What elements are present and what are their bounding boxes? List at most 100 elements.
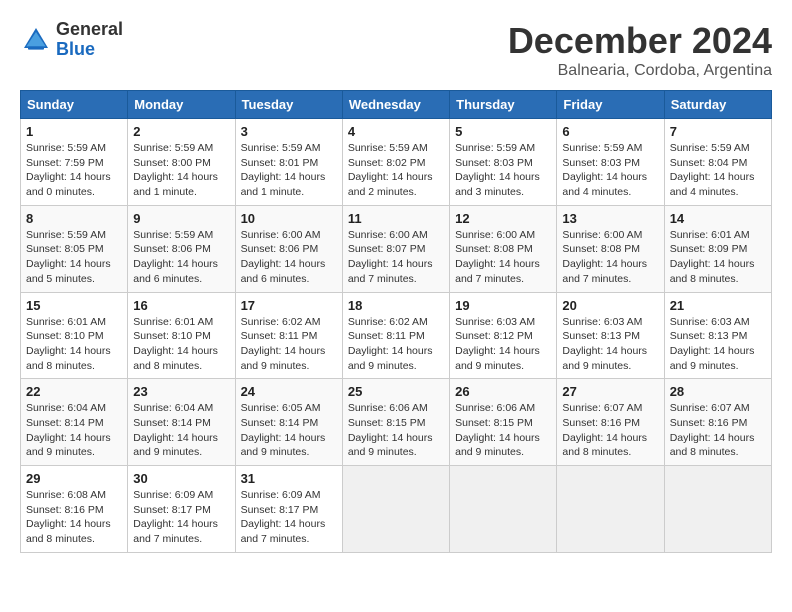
title-block: December 2024 Balnearia, Cordoba, Argent… <box>508 20 772 80</box>
day-number: 19 <box>455 298 551 313</box>
calendar-cell: 15 Sunrise: 6:01 AMSunset: 8:10 PMDayligh… <box>21 292 128 379</box>
calendar-cell <box>664 466 771 553</box>
day-info: Sunrise: 6:04 AMSunset: 8:14 PMDaylight:… <box>133 401 229 460</box>
calendar-cell: 6 Sunrise: 5:59 AMSunset: 8:03 PMDaylight… <box>557 119 664 206</box>
calendar-cell: 9 Sunrise: 5:59 AMSunset: 8:06 PMDaylight… <box>128 205 235 292</box>
calendar-cell: 11 Sunrise: 6:00 AMSunset: 8:07 PMDayligh… <box>342 205 449 292</box>
day-info: Sunrise: 5:59 AMSunset: 8:00 PMDaylight:… <box>133 141 229 200</box>
day-info: Sunrise: 6:06 AMSunset: 8:15 PMDaylight:… <box>348 401 444 460</box>
calendar-header-row: SundayMondayTuesdayWednesdayThursdayFrid… <box>21 91 772 119</box>
day-info: Sunrise: 5:59 AMSunset: 8:02 PMDaylight:… <box>348 141 444 200</box>
day-info: Sunrise: 6:07 AMSunset: 8:16 PMDaylight:… <box>670 401 766 460</box>
page-header: General Blue December 2024 Balnearia, Co… <box>20 20 772 80</box>
week-row-5: 29Sunrise: 6:08 AMSunset: 8:16 PMDayligh… <box>21 466 772 553</box>
header-friday: Friday <box>557 91 664 119</box>
calendar-cell: 25 Sunrise: 6:06 AMSunset: 8:15 PMDayligh… <box>342 379 449 466</box>
header-thursday: Thursday <box>450 91 557 119</box>
day-info: Sunrise: 6:09 AMSunset: 8:17 PMDaylight:… <box>241 488 337 547</box>
location-title: Balnearia, Cordoba, Argentina <box>508 62 772 80</box>
calendar-cell: 12 Sunrise: 6:00 AMSunset: 8:08 PMDayligh… <box>450 205 557 292</box>
day-number: 10 <box>241 211 337 226</box>
day-info: Sunrise: 5:59 AMSunset: 8:05 PMDaylight:… <box>26 228 122 287</box>
calendar-cell: 30 Sunrise: 6:09 AMSunset: 8:17 PMDayligh… <box>128 466 235 553</box>
week-row-4: 22 Sunrise: 6:04 AMSunset: 8:14 PMDayligh… <box>21 379 772 466</box>
calendar-cell: 7Sunrise: 5:59 AMSunset: 8:04 PMDaylight… <box>664 119 771 206</box>
calendar-cell: 17Sunrise: 6:02 AMSunset: 8:11 PMDayligh… <box>235 292 342 379</box>
day-number: 23 <box>133 384 229 399</box>
day-info: Sunrise: 5:59 AMSunset: 8:06 PMDaylight:… <box>133 228 229 287</box>
header-tuesday: Tuesday <box>235 91 342 119</box>
day-number: 24 <box>241 384 337 399</box>
calendar-cell: 1Sunrise: 5:59 AMSunset: 7:59 PMDaylight… <box>21 119 128 206</box>
day-number: 13 <box>562 211 658 226</box>
day-number: 28 <box>670 384 766 399</box>
day-info: Sunrise: 6:08 AMSunset: 8:16 PMDaylight:… <box>26 488 122 547</box>
calendar-cell <box>557 466 664 553</box>
header-wednesday: Wednesday <box>342 91 449 119</box>
day-number: 8 <box>26 211 122 226</box>
calendar-cell: 31 Sunrise: 6:09 AMSunset: 8:17 PMDayligh… <box>235 466 342 553</box>
calendar-cell: 29Sunrise: 6:08 AMSunset: 8:16 PMDayligh… <box>21 466 128 553</box>
day-info: Sunrise: 6:07 AMSunset: 8:16 PMDaylight:… <box>562 401 658 460</box>
day-number: 6 <box>562 124 658 139</box>
day-number: 31 <box>241 471 337 486</box>
day-number: 12 <box>455 211 551 226</box>
calendar-cell: 28 Sunrise: 6:07 AMSunset: 8:16 PMDayligh… <box>664 379 771 466</box>
calendar-table: SundayMondayTuesdayWednesdayThursdayFrid… <box>20 90 772 553</box>
calendar-cell: 8 Sunrise: 5:59 AMSunset: 8:05 PMDaylight… <box>21 205 128 292</box>
day-info: Sunrise: 6:00 AMSunset: 8:07 PMDaylight:… <box>348 228 444 287</box>
day-number: 15 <box>26 298 122 313</box>
day-info: Sunrise: 6:06 AMSunset: 8:15 PMDaylight:… <box>455 401 551 460</box>
calendar-cell: 10Sunrise: 6:00 AMSunset: 8:06 PMDayligh… <box>235 205 342 292</box>
calendar-cell: 20Sunrise: 6:03 AMSunset: 8:13 PMDayligh… <box>557 292 664 379</box>
day-info: Sunrise: 6:05 AMSunset: 8:14 PMDaylight:… <box>241 401 337 460</box>
day-number: 5 <box>455 124 551 139</box>
calendar-cell: 24 Sunrise: 6:05 AMSunset: 8:14 PMDayligh… <box>235 379 342 466</box>
day-number: 4 <box>348 124 444 139</box>
day-info: Sunrise: 5:59 AMSunset: 7:59 PMDaylight:… <box>26 141 122 200</box>
day-number: 17 <box>241 298 337 313</box>
day-number: 27 <box>562 384 658 399</box>
day-info: Sunrise: 6:02 AMSunset: 8:11 PMDaylight:… <box>348 315 444 374</box>
day-number: 9 <box>133 211 229 226</box>
calendar-cell: 21 Sunrise: 6:03 AMSunset: 8:13 PMDayligh… <box>664 292 771 379</box>
day-info: Sunrise: 6:00 AMSunset: 8:08 PMDaylight:… <box>562 228 658 287</box>
day-number: 30 <box>133 471 229 486</box>
logo-blue-text: Blue <box>56 39 95 59</box>
calendar-cell <box>342 466 449 553</box>
calendar-cell: 18 Sunrise: 6:02 AMSunset: 8:11 PMDayligh… <box>342 292 449 379</box>
day-info: Sunrise: 6:04 AMSunset: 8:14 PMDaylight:… <box>26 401 122 460</box>
calendar-cell: 4 Sunrise: 5:59 AMSunset: 8:02 PMDaylight… <box>342 119 449 206</box>
day-info: Sunrise: 6:01 AMSunset: 8:10 PMDaylight:… <box>133 315 229 374</box>
day-number: 21 <box>670 298 766 313</box>
calendar-cell: 27 Sunrise: 6:07 AMSunset: 8:16 PMDayligh… <box>557 379 664 466</box>
day-number: 26 <box>455 384 551 399</box>
month-title: December 2024 <box>508 20 772 62</box>
day-number: 18 <box>348 298 444 313</box>
day-number: 22 <box>26 384 122 399</box>
calendar-cell: 19 Sunrise: 6:03 AMSunset: 8:12 PMDayligh… <box>450 292 557 379</box>
day-number: 25 <box>348 384 444 399</box>
day-info: Sunrise: 6:09 AMSunset: 8:17 PMDaylight:… <box>133 488 229 547</box>
header-sunday: Sunday <box>21 91 128 119</box>
header-saturday: Saturday <box>664 91 771 119</box>
day-info: Sunrise: 5:59 AMSunset: 8:03 PMDaylight:… <box>455 141 551 200</box>
day-info: Sunrise: 6:01 AMSunset: 8:10 PMDaylight:… <box>26 315 122 374</box>
day-info: Sunrise: 6:03 AMSunset: 8:13 PMDaylight:… <box>670 315 766 374</box>
day-number: 16 <box>133 298 229 313</box>
day-info: Sunrise: 6:01 AMSunset: 8:09 PMDaylight:… <box>670 228 766 287</box>
day-info: Sunrise: 5:59 AMSunset: 8:03 PMDaylight:… <box>562 141 658 200</box>
day-number: 14 <box>670 211 766 226</box>
logo-general-text: General <box>56 19 123 39</box>
header-monday: Monday <box>128 91 235 119</box>
calendar-cell: 13 Sunrise: 6:00 AMSunset: 8:08 PMDayligh… <box>557 205 664 292</box>
calendar-cell: 22 Sunrise: 6:04 AMSunset: 8:14 PMDayligh… <box>21 379 128 466</box>
logo-icon <box>20 24 52 56</box>
day-info: Sunrise: 6:00 AMSunset: 8:08 PMDaylight:… <box>455 228 551 287</box>
day-info: Sunrise: 6:03 AMSunset: 8:12 PMDaylight:… <box>455 315 551 374</box>
week-row-1: 1Sunrise: 5:59 AMSunset: 7:59 PMDaylight… <box>21 119 772 206</box>
week-row-3: 15 Sunrise: 6:01 AMSunset: 8:10 PMDayligh… <box>21 292 772 379</box>
logo: General Blue <box>20 20 123 60</box>
calendar-cell: 23 Sunrise: 6:04 AMSunset: 8:14 PMDayligh… <box>128 379 235 466</box>
day-number: 11 <box>348 211 444 226</box>
